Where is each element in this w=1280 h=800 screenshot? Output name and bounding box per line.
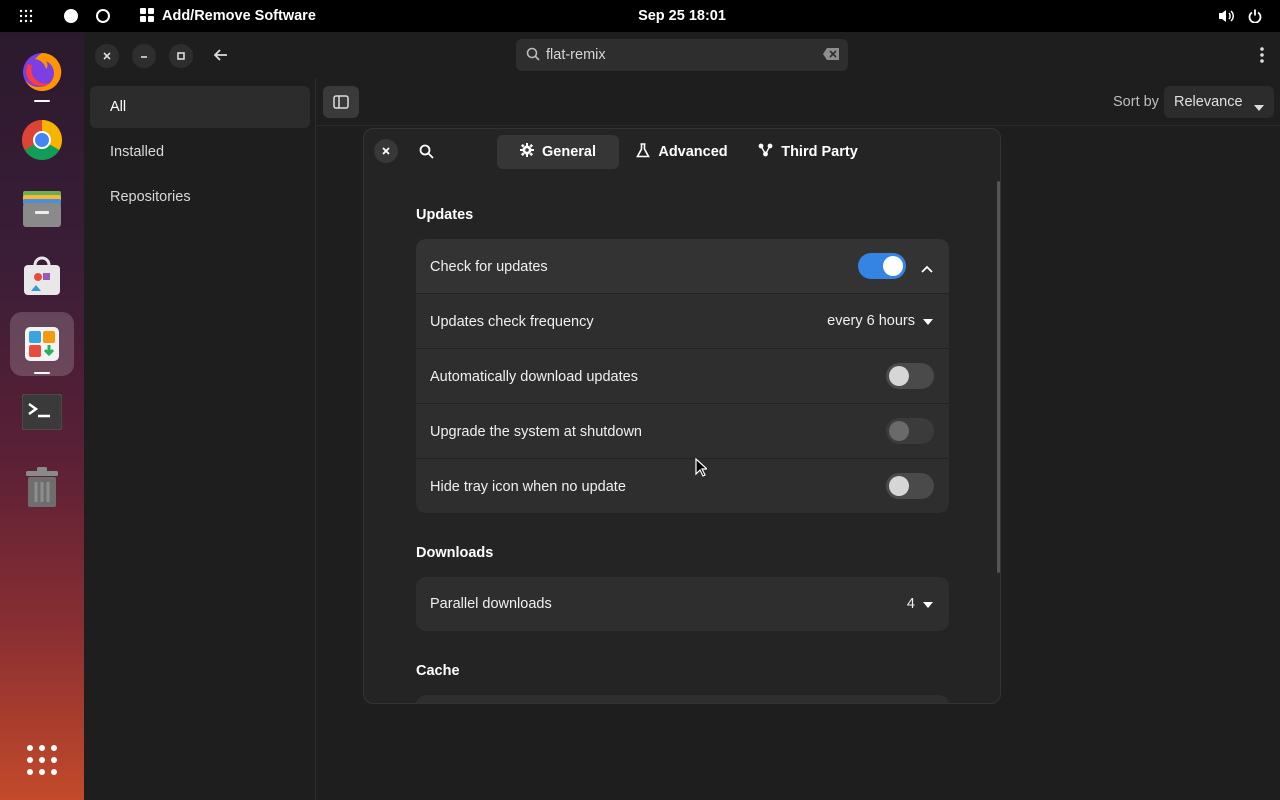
upgrade-at-shutdown-toggle[interactable] (886, 418, 934, 444)
parallel-downloads-dropdown[interactable]: 4 (907, 596, 933, 612)
upgrade-at-shutdown-label: Upgrade the system at shutdown (430, 423, 642, 440)
cache-section-title: Cache (416, 663, 460, 679)
sidebar-item-repositories[interactable]: Repositories (90, 176, 310, 218)
app-title: Add/Remove Software (162, 8, 316, 24)
kebab-menu-icon (1260, 47, 1264, 63)
parallel-downloads-label: Parallel downloads (430, 596, 552, 612)
tab-third-party-label: Third Party (781, 144, 858, 160)
dock (0, 32, 84, 800)
tab-third-party[interactable]: Third Party (750, 135, 866, 169)
check-for-updates-toggle[interactable] (858, 253, 906, 279)
chevron-up-icon[interactable] (921, 261, 933, 277)
maximize-icon (177, 52, 185, 60)
main-menu-button[interactable] (1250, 42, 1274, 68)
upgrade-at-shutdown-row[interactable]: Upgrade the system at shutdown (416, 404, 949, 459)
close-dialog-button[interactable] (374, 139, 398, 163)
sidebar-toggle-button[interactable] (323, 86, 359, 118)
chevron-down-icon (923, 596, 933, 612)
workspace-indicator-active-icon[interactable] (62, 0, 80, 32)
app-menu-icon (140, 7, 154, 25)
search-icon (419, 144, 434, 159)
cache-group (416, 695, 949, 703)
minimize-icon (141, 56, 147, 58)
app-menu[interactable]: Add/Remove Software (140, 0, 316, 32)
tab-advanced-label: Advanced (658, 144, 728, 160)
search-field[interactable] (516, 39, 848, 71)
top-bar: Add/Remove Software Sep 25 18:01 (0, 0, 1280, 32)
workspace-indicator-icon[interactable] (94, 0, 112, 32)
volume-icon[interactable] (1216, 0, 1236, 32)
sidebar-toggle-icon (333, 95, 349, 109)
updates-section-title: Updates (416, 207, 474, 223)
activities-grid-icon[interactable] (14, 0, 38, 32)
chevron-down-icon (923, 313, 933, 329)
mouse-pointer-icon (695, 457, 709, 480)
running-indicator (34, 372, 50, 374)
downloads-group: Parallel downloads 4 (416, 577, 949, 631)
sidebar-item-installed[interactable]: Installed (90, 131, 310, 173)
sort-by-value: Relevance (1174, 94, 1243, 110)
close-icon (382, 147, 390, 155)
header-bar (84, 32, 1280, 78)
search-preferences-button[interactable] (414, 139, 438, 163)
tab-general-label: General (542, 144, 596, 160)
sidebar: All Installed Repositories (84, 78, 316, 800)
sort-by-dropdown[interactable]: Relevance (1164, 86, 1274, 118)
back-arrow-icon (214, 49, 227, 61)
updates-group: Check for updates Updates check frequenc… (416, 239, 949, 513)
check-for-updates-label: Check for updates (430, 258, 548, 275)
power-icon[interactable] (1245, 0, 1265, 32)
parallel-downloads-value: 4 (906, 596, 915, 612)
chevron-down-icon (1254, 99, 1264, 115)
flask-icon (636, 142, 651, 162)
update-frequency-dropdown[interactable]: every 6 hours (827, 313, 933, 329)
back-button[interactable] (204, 40, 238, 70)
trash-icon[interactable] (10, 456, 74, 520)
terminal-icon[interactable] (10, 380, 74, 444)
update-frequency-value: every 6 hours (827, 313, 915, 329)
hide-tray-icon-row[interactable]: Hide tray icon when no update (416, 459, 949, 513)
maximize-window-button[interactable] (169, 44, 193, 68)
app-store-icon[interactable] (10, 244, 74, 308)
branch-icon (758, 143, 773, 161)
hide-tray-icon-toggle[interactable] (886, 473, 934, 499)
search-input[interactable] (546, 39, 806, 71)
firefox-icon[interactable] (10, 40, 74, 104)
clear-search-icon[interactable] (822, 47, 840, 64)
content-toolbar: Sort by Relevance (317, 78, 1280, 126)
tab-general[interactable]: General (497, 135, 619, 169)
show-apps-icon[interactable] (10, 728, 74, 792)
sidebar-item-all[interactable]: All (90, 86, 310, 128)
running-indicator (34, 100, 50, 102)
auto-download-label: Automatically download updates (430, 368, 638, 385)
sort-by-label: Sort by (1113, 94, 1159, 110)
check-for-updates-row[interactable]: Check for updates (416, 239, 949, 294)
software-manager-icon[interactable] (10, 312, 74, 376)
files-icon[interactable] (10, 176, 74, 240)
tab-advanced[interactable]: Advanced (627, 135, 737, 169)
update-frequency-label: Updates check frequency (430, 313, 594, 330)
auto-download-row[interactable]: Automatically download updates (416, 349, 949, 404)
close-window-button[interactable] (95, 44, 119, 68)
parallel-downloads-row[interactable]: Parallel downloads 4 (416, 577, 949, 631)
auto-download-toggle[interactable] (886, 363, 934, 389)
minimize-window-button[interactable] (132, 44, 156, 68)
preferences-dialog: General Advanced Third Party Updates Che… (363, 128, 1001, 704)
close-icon (103, 52, 111, 60)
search-icon (526, 47, 540, 64)
chrome-icon[interactable] (10, 108, 74, 172)
clock[interactable]: Sep 25 18:01 (600, 0, 764, 32)
update-frequency-row[interactable]: Updates check frequency every 6 hours (416, 294, 949, 349)
downloads-section-title: Downloads (416, 545, 494, 561)
gear-icon (520, 143, 534, 161)
hide-tray-icon-label: Hide tray icon when no update (430, 478, 626, 495)
dialog-scrollbar[interactable] (997, 181, 1000, 573)
